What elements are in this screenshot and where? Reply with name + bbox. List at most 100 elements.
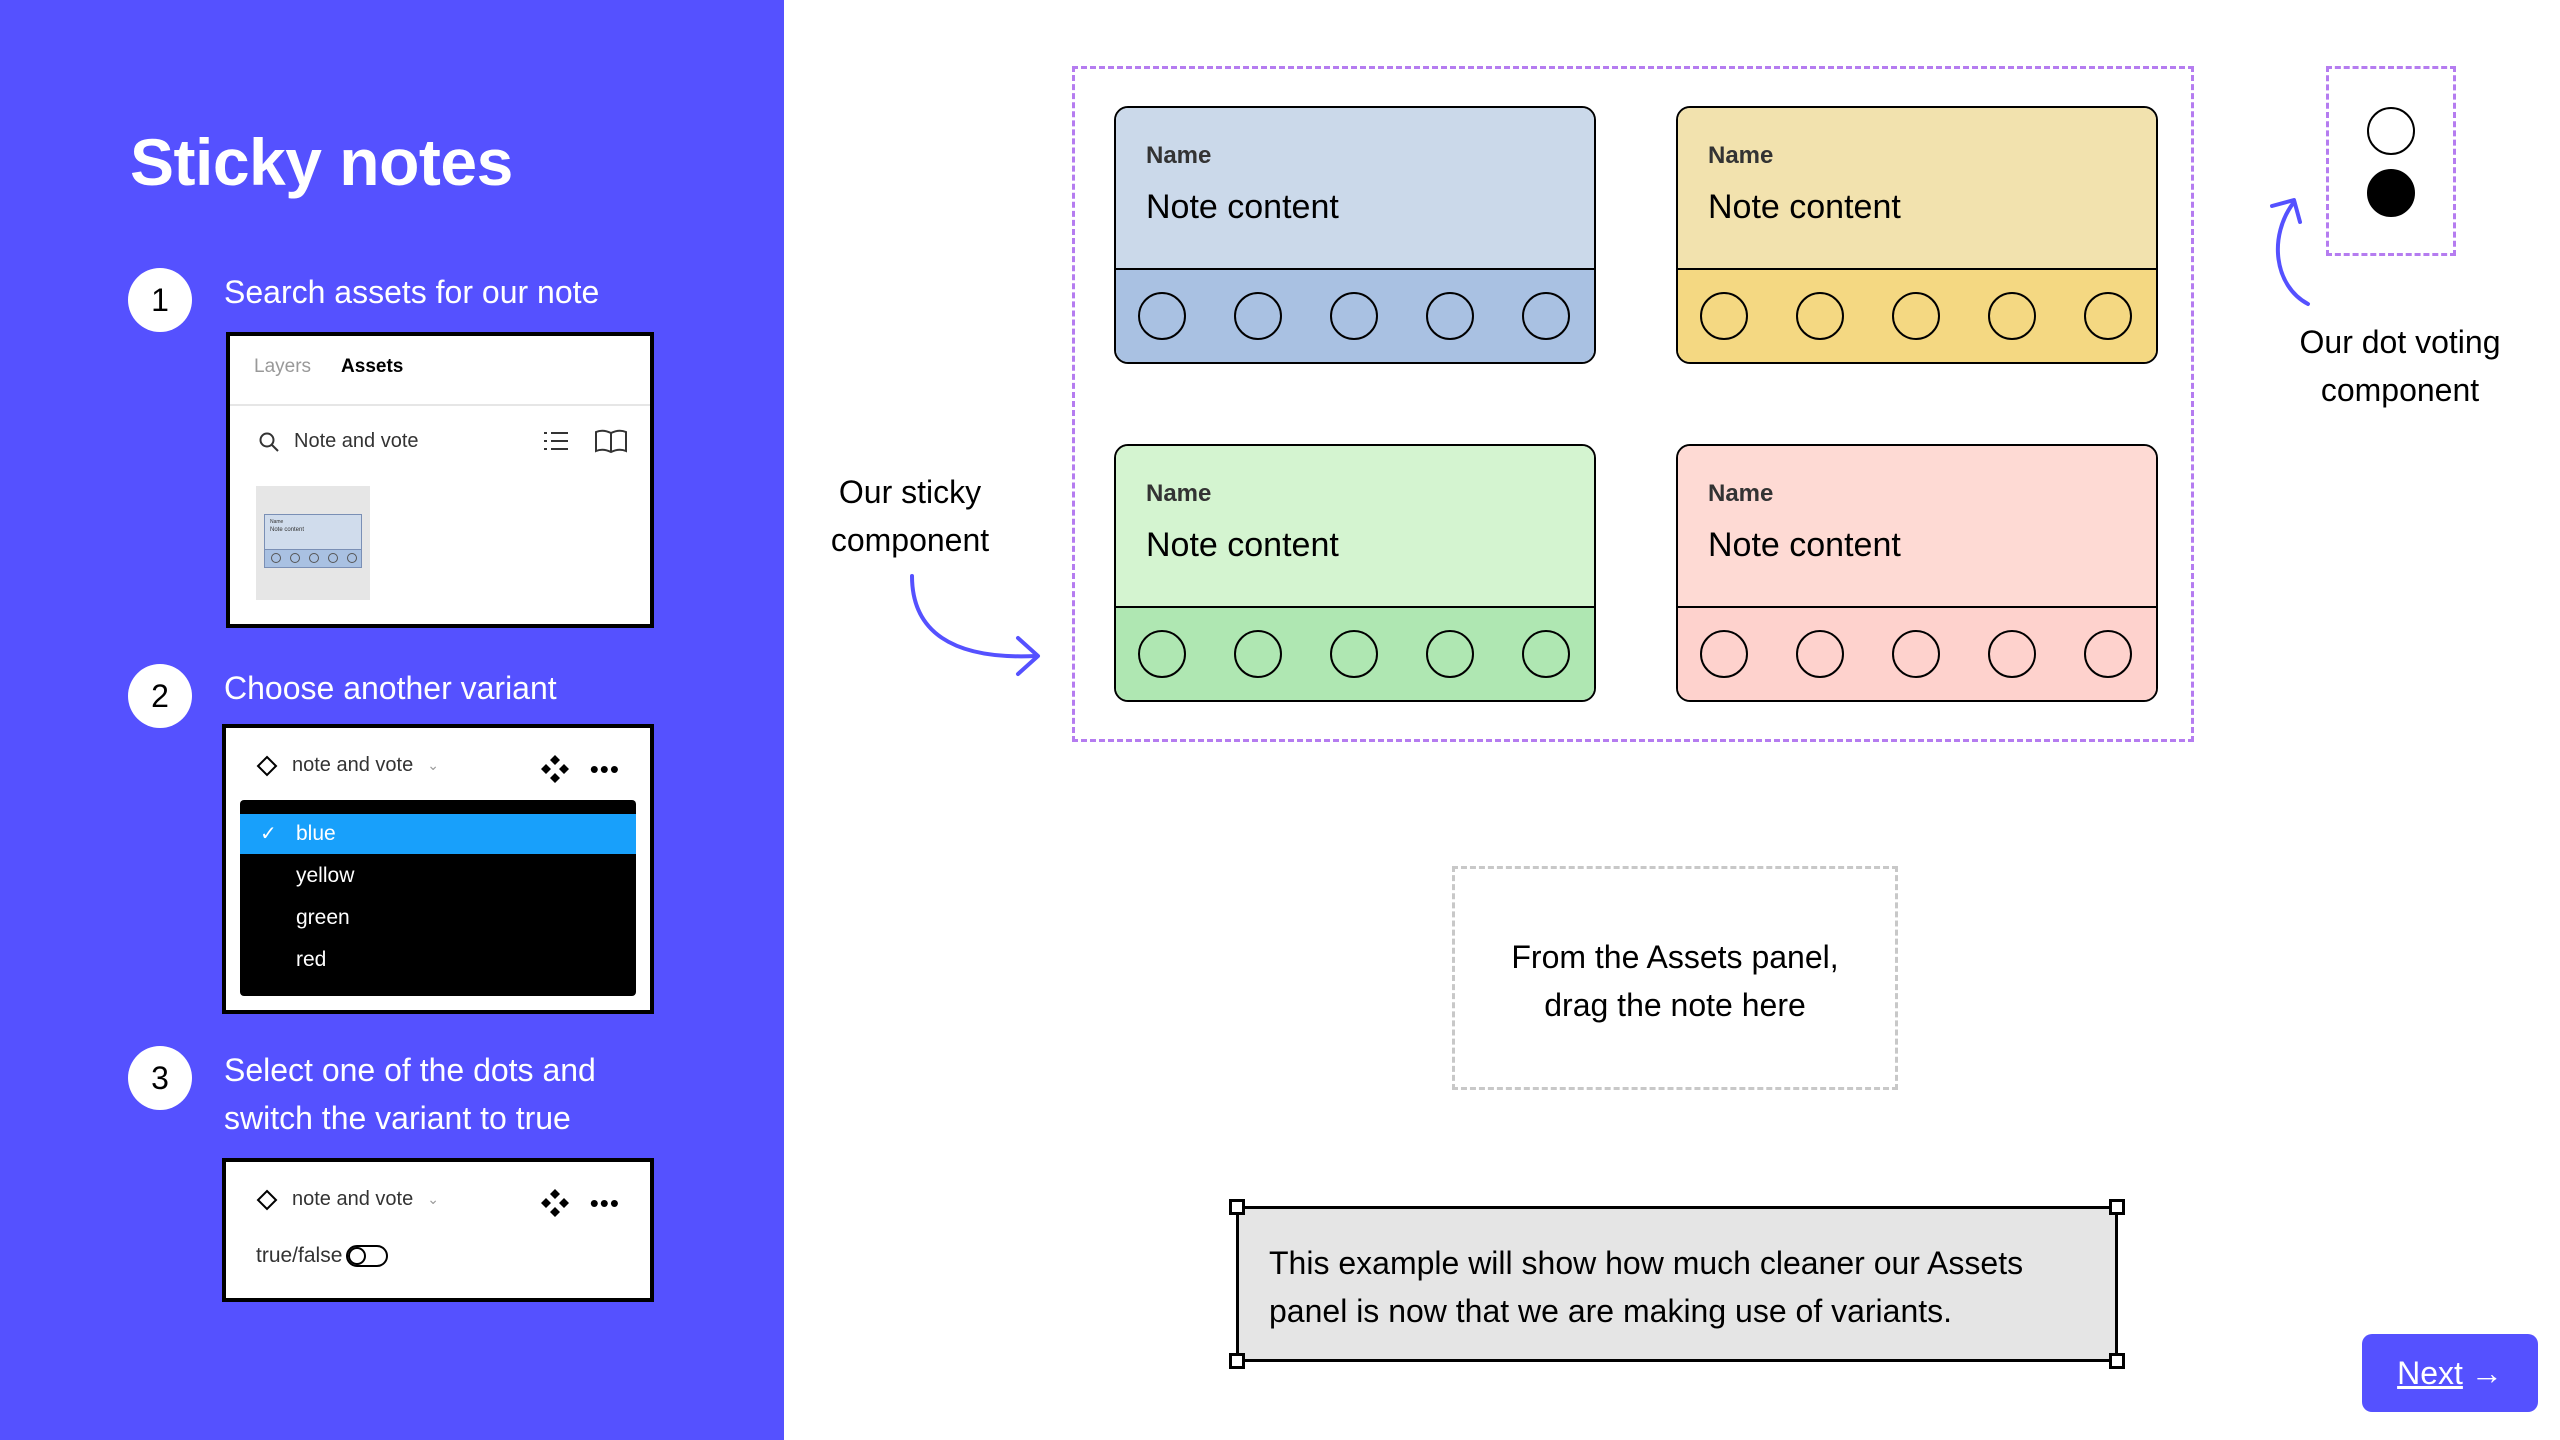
true-false-toggle[interactable] bbox=[346, 1245, 389, 1267]
tab-layers[interactable]: Layers bbox=[254, 356, 311, 378]
note-name: Name bbox=[1146, 142, 1212, 169]
more-options-icon[interactable]: ••• bbox=[590, 756, 620, 782]
step-2-text: Choose another variant bbox=[224, 670, 557, 706]
vote-dot[interactable] bbox=[1426, 292, 1474, 340]
curved-arrow-icon bbox=[910, 574, 1040, 676]
vote-dot[interactable] bbox=[1330, 630, 1378, 678]
drop-zone-text: From the Assets panel, drag the note her… bbox=[1455, 933, 1895, 1029]
step-2-badge: 2 bbox=[128, 664, 192, 728]
sticky-component-label: Our sticky component bbox=[800, 468, 1020, 564]
vote-dot[interactable] bbox=[1522, 630, 1570, 678]
vote-dot[interactable] bbox=[1138, 630, 1186, 678]
drop-line-2: drag the note here bbox=[1544, 987, 1806, 1023]
resize-handle-bottom-right[interactable] bbox=[2109, 1353, 2125, 1369]
chevron-down-icon[interactable]: ⌄ bbox=[427, 757, 439, 774]
step-3-badge: 3 bbox=[128, 1046, 192, 1110]
variant-option-blue[interactable]: ✓ blue bbox=[240, 814, 636, 854]
vote-dot[interactable] bbox=[1700, 630, 1748, 678]
vote-dot-true[interactable] bbox=[2367, 169, 2415, 217]
vote-dot[interactable] bbox=[1234, 630, 1282, 678]
resize-handle-bottom-left[interactable] bbox=[1229, 1353, 1245, 1369]
step-1-badge: 1 bbox=[128, 268, 192, 332]
instance-selector[interactable]: note and vote ⌄ bbox=[256, 1188, 439, 1211]
search-icon bbox=[259, 432, 279, 452]
vote-dot[interactable] bbox=[2084, 630, 2132, 678]
note-content: Note content bbox=[1146, 188, 1339, 226]
component-icon[interactable] bbox=[540, 1188, 570, 1218]
variant-picker-mock: note and vote ⌄ ••• ✓ blue yellow green … bbox=[222, 724, 654, 1014]
option-label: red bbox=[296, 948, 327, 971]
step-1-text: Search assets for our note bbox=[224, 274, 600, 310]
vote-dot[interactable] bbox=[1138, 292, 1186, 340]
property-panel-mock: note and vote ⌄ ••• true/false bbox=[222, 1158, 654, 1302]
callout-line-2: panel is now that we are making use of v… bbox=[1269, 1293, 1953, 1329]
more-options-icon[interactable]: ••• bbox=[590, 1190, 620, 1216]
next-button[interactable]: Next → bbox=[2362, 1334, 2538, 1412]
tab-assets[interactable]: Assets bbox=[341, 356, 403, 378]
vote-dot[interactable] bbox=[2084, 292, 2132, 340]
vote-dot[interactable] bbox=[1522, 292, 1570, 340]
info-callout[interactable]: This example will show how much cleaner … bbox=[1229, 1199, 2125, 1369]
assets-panel-mock: Layers Assets Note and vote Name Note co… bbox=[226, 332, 654, 628]
sticky-note-green[interactable]: Name Note content bbox=[1114, 444, 1596, 702]
instance-name[interactable]: note and vote bbox=[292, 754, 413, 777]
instance-selector[interactable]: note and vote ⌄ bbox=[256, 754, 439, 777]
dot-component-frame bbox=[2326, 66, 2456, 256]
variant-option-green[interactable]: green bbox=[240, 898, 636, 938]
thumbnail-note: Name Note content bbox=[264, 514, 362, 568]
thumbnail-name: Name bbox=[270, 519, 284, 525]
curved-arrow-up-icon bbox=[2270, 198, 2310, 306]
search-value[interactable]: Note and vote bbox=[294, 430, 419, 453]
callout-text: This example will show how much cleaner … bbox=[1269, 1239, 2023, 1335]
dot-label-line-2: component bbox=[2320, 372, 2480, 408]
sticky-label-line-1: Our sticky bbox=[838, 474, 982, 510]
vote-dot[interactable] bbox=[1988, 630, 2036, 678]
drop-zone[interactable]: From the Assets panel, drag the note her… bbox=[1452, 866, 1898, 1090]
instance-icon bbox=[256, 755, 278, 776]
vote-dot[interactable] bbox=[1796, 630, 1844, 678]
variant-option-yellow[interactable]: yellow bbox=[240, 856, 636, 896]
instance-name[interactable]: note and vote bbox=[292, 1188, 413, 1211]
vote-dots-row bbox=[1678, 268, 2156, 362]
vote-dot[interactable] bbox=[1988, 292, 2036, 340]
vote-dot[interactable] bbox=[1234, 292, 1282, 340]
library-icon[interactable] bbox=[594, 428, 628, 454]
vote-dot[interactable] bbox=[1892, 630, 1940, 678]
step-3-line-1: Select one of the dots and bbox=[224, 1052, 596, 1088]
dot-component-label: Our dot voting component bbox=[2270, 318, 2530, 414]
component-thumbnail[interactable]: Name Note content bbox=[256, 486, 370, 600]
sticky-note-yellow[interactable]: Name Note content bbox=[1676, 106, 2158, 364]
note-header: Name Note content bbox=[1116, 446, 1594, 608]
vote-dot[interactable] bbox=[1700, 292, 1748, 340]
note-content: Note content bbox=[1708, 526, 1901, 564]
note-name: Name bbox=[1708, 142, 1774, 169]
variant-option-red[interactable]: red bbox=[240, 940, 636, 980]
chevron-down-icon[interactable]: ⌄ bbox=[427, 1191, 439, 1208]
list-view-icon[interactable] bbox=[542, 428, 570, 454]
vote-dot[interactable] bbox=[1892, 292, 1940, 340]
dot-label-line-1: Our dot voting bbox=[2299, 324, 2501, 360]
drop-line-1: From the Assets panel, bbox=[1511, 939, 1839, 975]
vote-dot[interactable] bbox=[1796, 292, 1844, 340]
vote-dot-false[interactable] bbox=[2367, 107, 2415, 155]
check-icon: ✓ bbox=[260, 823, 277, 845]
option-label: blue bbox=[296, 822, 336, 845]
thumbnail-content: Note content bbox=[270, 527, 305, 533]
assets-search[interactable]: Note and vote bbox=[258, 430, 419, 453]
instance-icon bbox=[256, 1189, 278, 1210]
callout-line-1: This example will show how much cleaner … bbox=[1269, 1245, 2024, 1281]
note-content: Note content bbox=[1146, 526, 1339, 564]
note-name: Name bbox=[1708, 480, 1774, 507]
note-header: Name Note content bbox=[1678, 446, 2156, 608]
vote-dot[interactable] bbox=[1330, 292, 1378, 340]
sticky-note-red[interactable]: Name Note content bbox=[1676, 444, 2158, 702]
vote-dot[interactable] bbox=[1426, 630, 1474, 678]
vote-dots-row bbox=[1116, 268, 1594, 362]
sticky-note-blue[interactable]: Name Note content bbox=[1114, 106, 1596, 364]
vote-dots-row bbox=[1116, 606, 1594, 700]
step-3-line-2: switch the variant to true bbox=[224, 1100, 571, 1136]
component-icon[interactable] bbox=[540, 754, 570, 784]
resize-handle-top-right[interactable] bbox=[2109, 1199, 2125, 1215]
option-label: green bbox=[296, 906, 350, 929]
resize-handle-top-left[interactable] bbox=[1229, 1199, 1245, 1215]
